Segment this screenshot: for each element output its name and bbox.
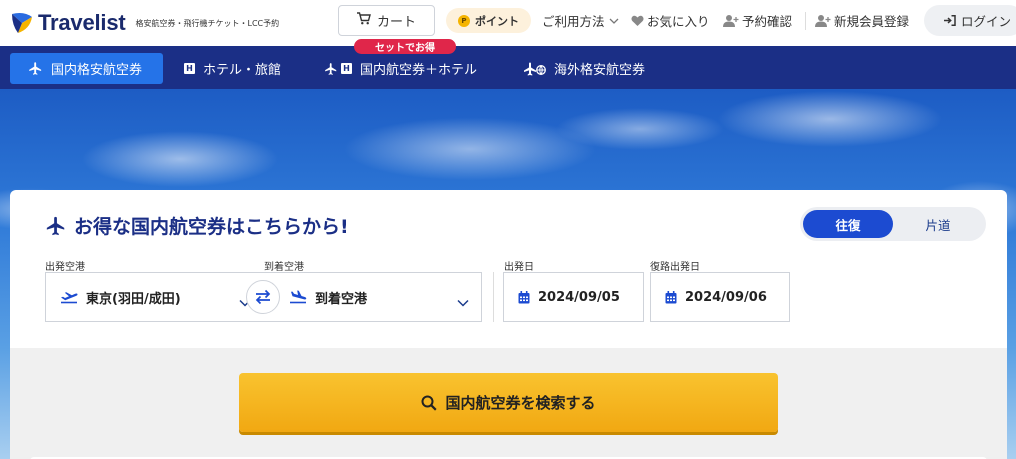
swap-airports-button[interactable] <box>246 280 280 314</box>
login-label: ログイン <box>961 14 1012 29</box>
globe-plane-icon <box>524 61 546 76</box>
chevron-down-icon <box>457 292 469 311</box>
nav-guide-label: ご利用方法 <box>542 14 605 29</box>
login-arrow-icon <box>944 15 956 26</box>
landing-icon <box>289 290 307 304</box>
airplane-icon <box>45 215 67 237</box>
departure-airport-label: 出発空港 <box>45 262 85 273</box>
airplane-icon <box>324 62 338 76</box>
departure-airport-select[interactable]: 東京(羽田/成田) <box>45 272 264 322</box>
return-date-label: 復路出発日 <box>650 262 700 273</box>
point-button[interactable]: P ポイント <box>446 8 531 33</box>
trip-one-way-option[interactable]: 片道 <box>893 210 983 238</box>
departure-airport-value: 東京(羽田/成田) <box>86 291 181 307</box>
service-tab-bar: 国内格安航空券 H ホテル・旅館 H 国内航空券＋ホテル 海外格安航空券 <box>0 46 1016 89</box>
search-title-text: お得な国内航空券はこちらから! <box>74 216 349 238</box>
return-date-picker[interactable]: 2024/09/06 <box>650 272 790 322</box>
search-button-label: 国内航空券を検索する <box>445 394 596 412</box>
travelist-logo-icon <box>10 11 34 35</box>
tagline: 格安航空券・飛行機チケット・LCC予約 <box>135 18 280 28</box>
nav-favorites[interactable]: お気に入り <box>631 11 710 30</box>
airplane-icon <box>28 61 43 76</box>
tab-label: 国内格安航空券 <box>51 63 143 78</box>
tab-hotels[interactable]: H ホテル・旅館 <box>184 53 281 84</box>
arrival-airport-label: 到着空港 <box>264 262 304 273</box>
arrival-airport-value: 到着空港 <box>315 291 368 307</box>
user-plus-icon <box>723 14 739 27</box>
search-title: お得な国内航空券はこちらから! <box>45 212 349 239</box>
login-button[interactable]: ログイン <box>924 5 1016 36</box>
calendar-icon <box>518 290 530 304</box>
flight-search-card: お得な国内航空券はこちらから! 往復 片道 出発空港 東京(羽田/成田) 到着空… <box>10 190 1007 459</box>
cart-icon <box>356 12 371 29</box>
tab-label: ホテル・旅館 <box>203 63 282 78</box>
departure-date-label: 出発日 <box>504 262 534 273</box>
tab-domestic-flights[interactable]: 国内格安航空券 <box>10 53 163 84</box>
logo[interactable]: Travelist 格安航空券・飛行機チケット・LCC予約 <box>10 10 279 36</box>
site-header: Travelist 格安航空券・飛行機チケット・LCC予約 カート P ポイント… <box>0 0 1016 46</box>
nav-register-label: 新規会員登録 <box>834 14 910 29</box>
hotel-h-icon: H <box>184 63 195 74</box>
hotel-h-icon: H <box>341 63 352 74</box>
tab-flight-hotel[interactable]: H 国内航空券＋ホテル <box>324 53 477 84</box>
tab-label: 海外格安航空券 <box>554 63 646 78</box>
nav-reservation[interactable]: 予約確認 <box>723 11 792 30</box>
nav-divider <box>805 12 806 30</box>
search-flights-button[interactable]: 国内航空券を検索する <box>239 373 778 432</box>
swap-arrows-icon <box>255 289 271 305</box>
departure-date-picker[interactable]: 2024/09/05 <box>503 272 644 322</box>
takeoff-icon <box>60 290 78 304</box>
calendar-icon <box>665 290 677 304</box>
trip-type-toggle: 往復 片道 <box>800 207 986 241</box>
chevron-down-icon <box>609 18 619 24</box>
nav-reservation-label: 予約確認 <box>742 14 793 29</box>
cart-label: カート <box>376 15 416 30</box>
search-icon <box>421 395 438 411</box>
tab-international-flights[interactable]: 海外格安航空券 <box>524 53 645 84</box>
promo-badge: セットでお得 <box>354 39 456 54</box>
field-group-divider <box>493 272 494 322</box>
heart-icon <box>631 15 644 27</box>
return-date-value: 2024/09/06 <box>685 289 767 305</box>
trip-round-trip-option[interactable]: 往復 <box>803 210 893 238</box>
nav-guide[interactable]: ご利用方法 <box>542 11 619 30</box>
departure-date-value: 2024/09/05 <box>538 289 620 305</box>
nav-favorites-label: お気に入り <box>647 14 710 29</box>
tab-label: 国内航空券＋ホテル <box>360 63 478 78</box>
arrival-airport-select[interactable]: 到着空港 <box>263 272 482 322</box>
point-coin-icon: P <box>458 14 470 27</box>
cart-button[interactable]: カート <box>338 5 435 36</box>
point-label: ポイント <box>475 14 519 28</box>
logo-text: Travelist <box>38 10 126 35</box>
nav-register[interactable]: 新規会員登録 <box>815 11 909 30</box>
user-plus-icon <box>815 14 831 27</box>
